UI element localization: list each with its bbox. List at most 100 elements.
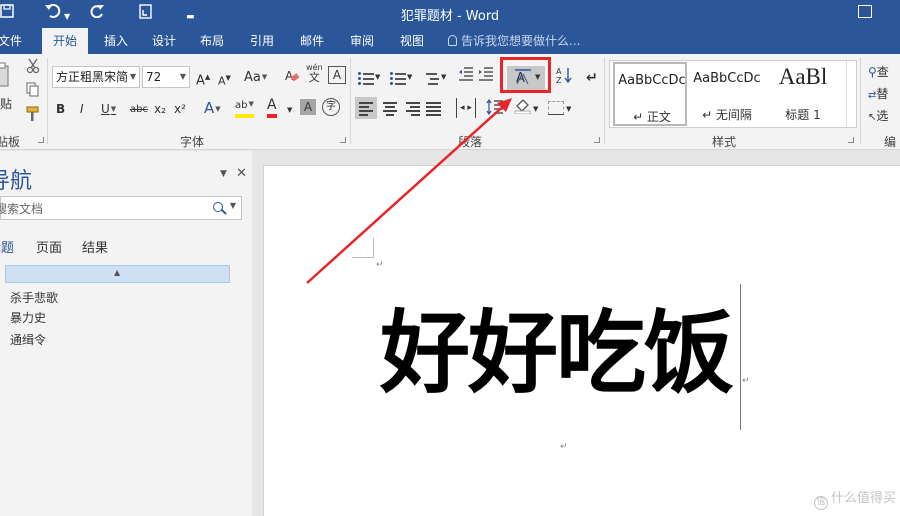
style-no-spacing[interactable]: AaBbCcDc ↵ 无间隔 xyxy=(690,62,764,126)
sort-button[interactable]: AZ xyxy=(556,66,572,91)
nav-item[interactable]: 通缉令 xyxy=(10,331,46,348)
nav-item[interactable]: 杀手悲歌 xyxy=(10,289,58,306)
phonetic-guide-button[interactable]: wén 文 xyxy=(306,63,323,84)
ribbon-display-options-icon[interactable] xyxy=(858,5,872,18)
nav-heading-collapse[interactable]: ▲ xyxy=(5,265,230,283)
replace-button[interactable]: ⇄替 xyxy=(868,84,888,106)
tab-file[interactable]: 文件 xyxy=(0,28,24,54)
align-center-icon[interactable] xyxy=(382,102,398,116)
tab-view[interactable]: 视图 xyxy=(392,28,432,54)
shading-icon[interactable] xyxy=(514,98,532,120)
align-right-icon[interactable] xyxy=(404,102,420,116)
find-button[interactable]: ⚲查 xyxy=(868,62,889,82)
bullets-dropdown-icon[interactable]: ▼ xyxy=(375,67,380,87)
tab-layout[interactable]: 布局 xyxy=(192,28,232,54)
paragraph-mark: ↵ xyxy=(376,260,384,270)
tab-review[interactable]: 审阅 xyxy=(342,28,382,54)
nav-title: 导航 xyxy=(0,169,33,194)
borders-dropdown-icon[interactable]: ▼ xyxy=(566,99,571,119)
decrease-indent-icon[interactable] xyxy=(458,67,474,87)
collapse-icon: ▲ xyxy=(114,268,121,277)
style-normal[interactable]: AaBbCcDc ↵ 正文 xyxy=(613,62,687,126)
clear-formatting-icon[interactable]: A xyxy=(284,68,300,90)
paragraph-mark: ↵ xyxy=(742,376,750,386)
borders-icon[interactable] xyxy=(548,101,564,115)
tell-me-box[interactable]: 告诉我您想要做什么... xyxy=(448,28,580,54)
font-name-box[interactable]: 方正粗黑宋简 ▼ xyxy=(52,66,140,88)
tab-results[interactable]: 结果 xyxy=(82,237,108,256)
distributed-icon[interactable]: ◂ ▸ xyxy=(456,98,476,118)
window-title: 犯罪题材 - Word xyxy=(400,9,500,24)
margin-corner-mark xyxy=(352,238,374,258)
numbering-dropdown-icon[interactable]: ▼ xyxy=(407,67,412,87)
tab-headings[interactable]: 标题 xyxy=(0,237,14,256)
font-name-dropdown-icon[interactable]: ▼ xyxy=(130,67,136,87)
enclose-characters-button[interactable]: 字 xyxy=(322,98,340,116)
superscript-button[interactable]: x² xyxy=(174,99,186,119)
italic-button[interactable]: I xyxy=(80,99,84,119)
format-painter-icon[interactable] xyxy=(26,106,40,128)
highlight-button[interactable]: ab▼ xyxy=(235,96,254,118)
font-launcher-icon[interactable] xyxy=(340,137,346,143)
multilevel-list-icon[interactable] xyxy=(424,72,440,85)
nav-options-icon[interactable]: ▼ xyxy=(220,169,227,179)
styles-launcher-icon[interactable] xyxy=(848,137,854,143)
increase-indent-icon[interactable] xyxy=(478,67,494,87)
paste-button[interactable]: 贴 xyxy=(0,94,12,114)
style-heading-1[interactable]: AaBl 标题 1 xyxy=(766,62,840,126)
bullets-icon[interactable] xyxy=(358,72,374,85)
change-case-button[interactable]: Aa▼ xyxy=(244,67,267,88)
tab-insert[interactable]: 插入 xyxy=(96,28,136,54)
tab-mailings[interactable]: 邮件 xyxy=(292,28,332,54)
strikethrough-button[interactable]: abc xyxy=(130,100,148,120)
paste-icon[interactable] xyxy=(0,62,10,94)
text-effects-button[interactable]: A▼ xyxy=(204,98,221,119)
watermark-logo-icon: 值 xyxy=(813,496,828,510)
document-page[interactable]: ↵ 好好吃饭 ↵ ↵ xyxy=(263,165,900,516)
font-name-value: 方正粗黑宋简 xyxy=(56,70,129,84)
nav-item[interactable]: 暴力史 xyxy=(10,309,46,326)
styles-gallery: AaBbCcDc ↵ 正文 AaBbCcDc ↵ 无间隔 AaBl 标题 1 xyxy=(609,60,857,128)
search-dropdown-icon[interactable]: ▼ xyxy=(230,201,236,210)
numbering-icon[interactable] xyxy=(390,72,406,85)
navigation-pane: 导航 ▼ ✕ 搜索文档 ▼ 标题 页面 结果 ▲ 杀手悲歌 暴力史 通缉令 xyxy=(0,151,252,516)
bold-button[interactable]: B xyxy=(56,99,65,119)
paragraph-launcher-icon[interactable] xyxy=(594,137,600,143)
subscript-button[interactable]: x₂ xyxy=(154,99,166,119)
ribbon: 贴 贴板 方正粗黑宋简 ▼ 72 ▼ A▲ A▼ Aa▼ A wén 文 A B I … xyxy=(0,54,900,150)
clipboard-launcher-icon[interactable] xyxy=(38,137,44,143)
font-size-box[interactable]: 72 ▼ xyxy=(142,66,190,88)
copy-icon[interactable] xyxy=(26,82,40,104)
document-heading-text[interactable]: 好好吃饭 xyxy=(380,299,734,409)
select-button[interactable]: ↖选 xyxy=(868,106,888,128)
line-spacing-icon[interactable] xyxy=(486,98,504,121)
nav-search-box[interactable]: 搜索文档 ▼ xyxy=(0,196,242,220)
gallery-scrollbar[interactable] xyxy=(846,61,856,127)
tab-pages[interactable]: 页面 xyxy=(36,237,62,256)
document-area: ↵ 好好吃饭 ↵ ↵ 值什么值得买 xyxy=(252,151,900,516)
font-color-dropdown-icon[interactable]: ▼ xyxy=(287,100,292,120)
font-size-dropdown-icon[interactable]: ▼ xyxy=(180,67,186,87)
shading-dropdown-icon[interactable]: ▼ xyxy=(533,99,538,119)
font-group-label: 字体 xyxy=(180,135,205,149)
character-border-button[interactable]: A xyxy=(328,66,346,84)
search-input[interactable]: 搜索文档 xyxy=(0,200,43,217)
shrink-font-button[interactable]: A▼ xyxy=(218,68,231,92)
search-icon[interactable] xyxy=(213,202,223,212)
cut-icon[interactable] xyxy=(26,58,40,80)
close-icon[interactable]: ✕ xyxy=(236,166,247,181)
tab-references[interactable]: 引用 xyxy=(242,28,282,54)
multilevel-dropdown-icon[interactable]: ▼ xyxy=(441,67,446,87)
font-color-button[interactable]: A xyxy=(267,96,277,118)
group-separator xyxy=(604,58,605,144)
grow-font-button[interactable]: A▲ xyxy=(196,67,210,91)
character-shading-button[interactable]: A xyxy=(300,99,316,115)
justify-icon[interactable] xyxy=(426,102,442,116)
font-size-value: 72 xyxy=(146,70,162,84)
tab-design[interactable]: 设计 xyxy=(144,28,184,54)
tab-home[interactable]: 开始 xyxy=(42,28,88,54)
underline-button[interactable]: U▼ xyxy=(101,99,116,119)
show-marks-button[interactable]: ↵ xyxy=(586,68,598,88)
group-separator xyxy=(47,58,48,144)
align-left-icon[interactable] xyxy=(359,102,375,116)
